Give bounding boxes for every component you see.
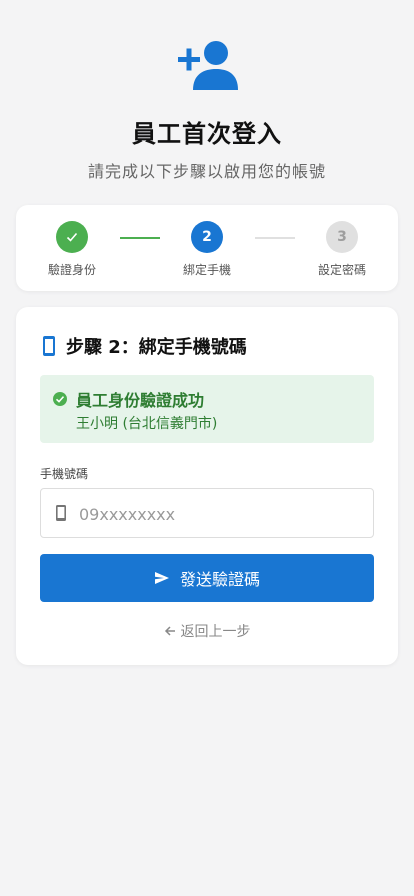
send-icon bbox=[154, 572, 169, 584]
success-title: 員工身份驗證成功 bbox=[76, 391, 205, 410]
phone-label: 手機號碼 bbox=[40, 467, 89, 481]
check-icon bbox=[66, 232, 78, 242]
send-code-label: 發送驗證碼 bbox=[179, 570, 260, 589]
step-set-password: 3 設定密碼 bbox=[292, 221, 392, 278]
step-2-circle: 2 bbox=[191, 221, 223, 253]
phone-field[interactable] bbox=[40, 488, 374, 539]
person-add-icon bbox=[178, 41, 238, 90]
form-title-text: 步驟 2：綁定手機號碼 bbox=[66, 337, 247, 358]
page-subtitle: 請完成以下步驟以啟用您的帳號 bbox=[87, 162, 326, 181]
page-title: 員工首次登入 bbox=[132, 120, 282, 148]
bind-phone-card: 步驟 2：綁定手機號碼 員工身份驗證成功 王小明 (台北信義門市) 手機號碼 發… bbox=[16, 307, 398, 665]
back-link[interactable]: 返回上一步 bbox=[16, 621, 398, 641]
stepper: 驗證身份 2 綁定手機 3 設定密碼 bbox=[16, 205, 398, 291]
step-2-label: 綁定手機 bbox=[182, 263, 231, 277]
step-connector-2 bbox=[255, 237, 295, 239]
back-link-label: 返回上一步 bbox=[180, 624, 251, 640]
employee-info: 王小明 (台北信義門市) bbox=[76, 416, 218, 432]
step-1-label: 驗證身份 bbox=[47, 263, 96, 277]
step-bind-phone: 2 綁定手機 bbox=[157, 221, 257, 278]
form-title: 步驟 2：綁定手機號碼 bbox=[40, 333, 247, 359]
step-verify-identity: 驗證身份 bbox=[22, 221, 122, 278]
step-3-circle: 3 bbox=[326, 221, 358, 253]
phone-input[interactable] bbox=[77, 489, 361, 539]
arrow-left-icon bbox=[164, 626, 175, 636]
step-1-circle bbox=[56, 221, 88, 253]
smartphone-icon bbox=[43, 336, 55, 356]
smartphone-icon bbox=[56, 505, 66, 521]
step-3-label: 設定密碼 bbox=[317, 263, 366, 277]
check-circle-icon bbox=[53, 392, 67, 406]
send-code-button[interactable]: 發送驗證碼 bbox=[40, 554, 374, 602]
step-connector-1 bbox=[120, 237, 160, 239]
verification-success-alert: 員工身份驗證成功 王小明 (台北信義門市) bbox=[40, 375, 374, 443]
